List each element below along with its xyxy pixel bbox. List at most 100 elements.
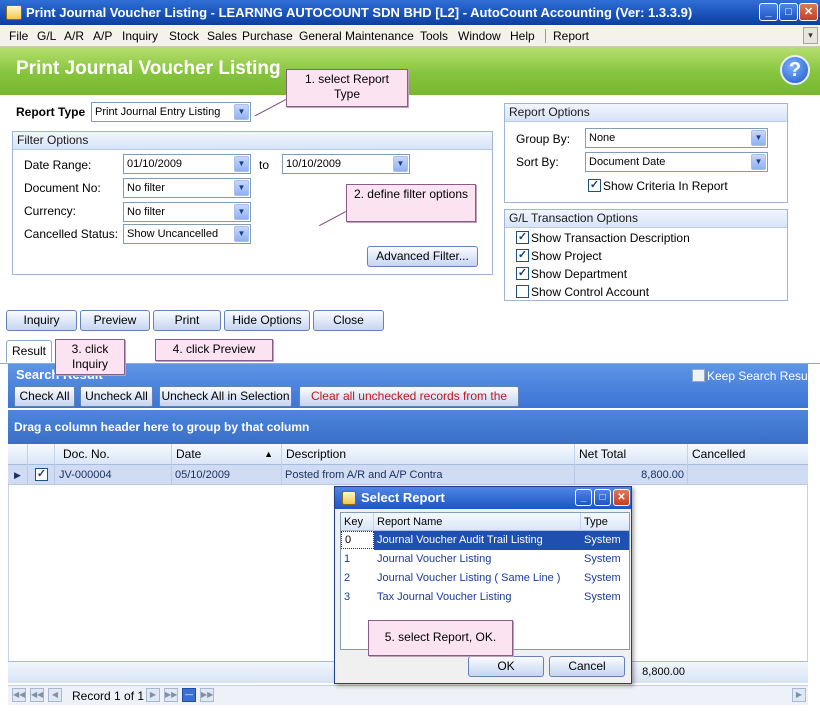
column-key[interactable]: Key [341, 513, 374, 531]
group-by-select[interactable]: None ▼ [585, 128, 768, 148]
last-record-icon[interactable]: ▶▶ [200, 688, 214, 702]
report-type: System [584, 553, 621, 565]
document-no-select[interactable]: No filter ▼ [123, 178, 251, 198]
menu-report[interactable]: Report [553, 28, 589, 44]
column-type[interactable]: Type [581, 513, 629, 531]
ok-button[interactable]: OK [468, 656, 544, 677]
callout-click-preview: 4. click Preview [155, 339, 273, 361]
next-page-icon[interactable]: ▶▶ [164, 688, 178, 702]
report-type: System [581, 531, 629, 550]
dialog-close-button[interactable]: ✕ [613, 489, 630, 506]
report-type-value: Print Journal Entry Listing [95, 106, 221, 118]
sort-by-select[interactable]: Document Date ▼ [585, 152, 768, 172]
chevron-down-icon[interactable]: ▼ [234, 204, 249, 220]
help-icon[interactable]: ? [780, 55, 810, 85]
show-transaction-description-checkbox[interactable]: ✓ [516, 231, 529, 244]
show-department-checkbox[interactable]: ✓ [516, 267, 529, 280]
minimize-button[interactable]: _ [759, 3, 778, 21]
menu-ar[interactable]: A/R [64, 28, 84, 44]
callout-define-filter-options: 2. define filter options [346, 184, 476, 222]
inquiry-button[interactable]: Inquiry [6, 310, 77, 331]
keep-search-result-checkbox[interactable]: ✓ [692, 369, 705, 382]
close-button[interactable]: Close [313, 310, 384, 331]
window-title-bar[interactable]: Print Journal Voucher Listing - LEARNNG … [0, 0, 820, 25]
print-button[interactable]: Print [153, 310, 221, 331]
report-type-select[interactable]: Print Journal Entry Listing ▼ [91, 102, 251, 122]
clear-unchecked-button[interactable]: Clear all unchecked records from the gri… [299, 386, 519, 422]
currency-value: No filter [127, 206, 165, 218]
close-window-button[interactable]: ✕ [799, 3, 818, 21]
uncheck-all-button[interactable]: Uncheck All [80, 386, 153, 407]
scroll-right-icon[interactable]: ▶ [792, 688, 806, 702]
next-record-icon[interactable]: ▶ [146, 688, 160, 702]
menu-ap[interactable]: A/P [93, 28, 112, 44]
prev-page-icon[interactable]: ◀◀ [30, 688, 44, 702]
table-row[interactable]: ▶ ✓ JV-000004 05/10/2009 Posted from A/R… [8, 465, 808, 485]
callout-click-inquiry: 3. click Inquiry [55, 339, 125, 375]
menu-purchase[interactable]: Purchase [242, 28, 293, 44]
check-all-button[interactable]: Check All [14, 386, 75, 407]
prev-record-icon[interactable]: ◀ [48, 688, 62, 702]
chevron-down-icon[interactable]: ▼ [234, 104, 249, 120]
list-item[interactable]: 1 Journal Voucher Listing System [341, 550, 629, 569]
tab-result[interactable]: Result [6, 340, 52, 362]
maximize-button[interactable]: □ [779, 3, 798, 21]
column-report-name[interactable]: Report Name [374, 513, 581, 531]
column-date[interactable]: Date ▲ [172, 444, 282, 465]
menu-stock[interactable]: Stock [169, 28, 199, 44]
show-control-account-checkbox[interactable]: ✓ [516, 285, 529, 298]
column-cancelled[interactable]: Cancelled [688, 444, 808, 465]
date-to-field[interactable]: 10/10/2009 ▼ [282, 154, 410, 174]
filter-options-title: Filter Options [13, 132, 492, 150]
currency-select[interactable]: No filter ▼ [123, 202, 251, 222]
chevron-down-icon[interactable]: ▼ [234, 156, 249, 172]
chevron-down-icon[interactable]: ▼ [393, 156, 408, 172]
report-key: 3 [344, 591, 351, 603]
group-by-label: Group By: [516, 132, 571, 146]
chevron-down-icon[interactable]: ▼ [751, 154, 766, 170]
report-list-header: Key Report Name Type [341, 513, 629, 531]
cancel-button[interactable]: Cancel [549, 656, 625, 677]
hide-options-button[interactable]: Hide Options [224, 310, 310, 331]
advanced-filter-button[interactable]: Advanced Filter... [367, 246, 478, 267]
gl-options-title: G/L Transaction Options [505, 210, 787, 228]
menu-gl[interactable]: G/L [37, 28, 56, 44]
sort-by-label: Sort By: [516, 155, 559, 169]
menu-general-maintenance[interactable]: General Maintenance [299, 28, 414, 44]
menu-window[interactable]: Window [458, 28, 501, 44]
list-item[interactable]: 0 Journal Voucher Audit Trail Listing Sy… [341, 531, 629, 550]
row-check-cell[interactable]: ✓ [28, 465, 55, 485]
document-no-label: Document No: [24, 181, 101, 195]
list-item[interactable]: 2 Journal Voucher Listing ( Same Line ) … [341, 569, 629, 588]
keep-search-result-label: Keep Search Result [707, 369, 814, 383]
show-criteria-checkbox[interactable]: ✓ [588, 179, 601, 192]
chevron-down-icon[interactable]: ▼ [751, 130, 766, 146]
menu-help[interactable]: Help [510, 28, 535, 44]
date-from-field[interactable]: 01/10/2009 ▼ [123, 154, 251, 174]
menu-overflow-icon[interactable]: ▾ [803, 27, 818, 44]
column-doc-no[interactable]: Doc. No. [55, 444, 172, 465]
check-column-header[interactable] [28, 444, 55, 465]
menu-file[interactable]: File [9, 28, 28, 44]
menu-sales[interactable]: Sales [207, 28, 237, 44]
column-net-total[interactable]: Net Total [575, 444, 688, 465]
document-no-value: No filter [127, 182, 165, 194]
show-transaction-description-label: Show Transaction Description [531, 231, 690, 245]
preview-button[interactable]: Preview [80, 310, 150, 331]
row-checkbox[interactable]: ✓ [35, 468, 48, 481]
first-record-icon[interactable]: ◀◀ [12, 688, 26, 702]
column-description[interactable]: Description [282, 444, 575, 465]
chevron-down-icon[interactable]: ▼ [234, 180, 249, 196]
chevron-down-icon[interactable]: ▼ [234, 226, 249, 242]
menu-tools[interactable]: Tools [420, 28, 448, 44]
dialog-minimize-button[interactable]: _ [575, 489, 592, 506]
show-project-checkbox[interactable]: ✓ [516, 249, 529, 262]
dialog-maximize-button[interactable]: □ [594, 489, 611, 506]
callout-select-report-ok: 5. select Report, OK. [368, 620, 513, 656]
delete-record-icon[interactable]: — [182, 688, 196, 702]
cancelled-status-select[interactable]: Show Uncancelled ▼ [123, 224, 251, 244]
uncheck-all-in-selection-button[interactable]: Uncheck All in Selection [159, 386, 292, 407]
group-by-hint[interactable]: Drag a column header here to group by th… [8, 410, 808, 444]
menu-inquiry[interactable]: Inquiry [122, 28, 158, 44]
list-item[interactable]: 3 Tax Journal Voucher Listing System [341, 588, 629, 607]
